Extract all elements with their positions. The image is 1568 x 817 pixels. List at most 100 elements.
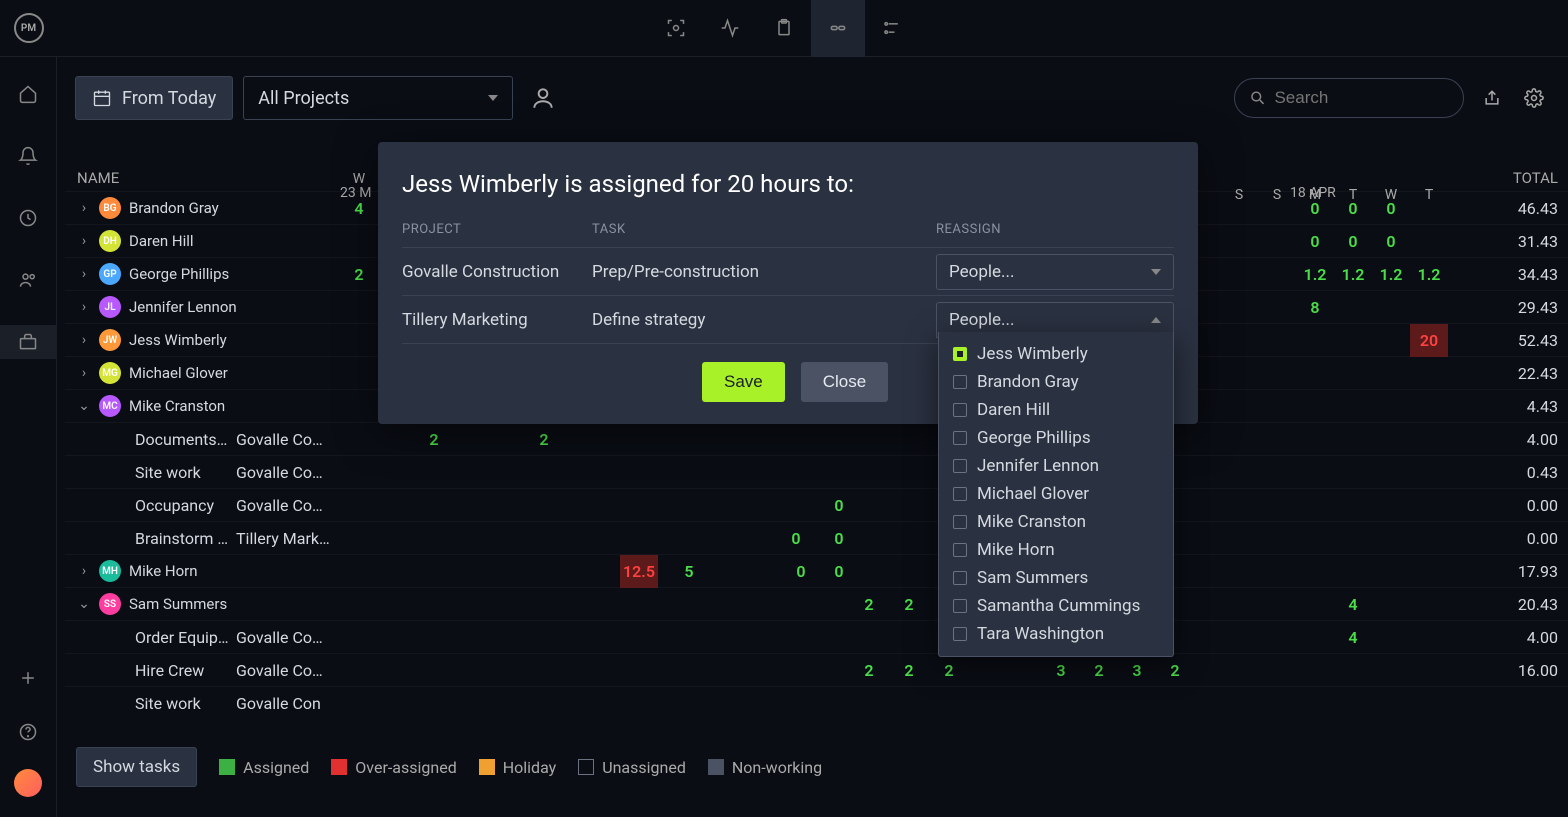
checkbox[interactable]	[953, 459, 967, 473]
workload-cell[interactable]: 8	[1296, 291, 1334, 324]
close-button[interactable]: Close	[801, 362, 888, 402]
workload-cell[interactable]: 0	[1334, 225, 1372, 258]
dropdown-item[interactable]: Samantha Cummings	[939, 592, 1173, 620]
chevron-right-icon[interactable]: ›	[77, 200, 91, 216]
people-dropdown[interactable]: Jess WimberlyBrandon GrayDaren HillGeorg…	[938, 332, 1174, 657]
task-row[interactable]: Hire Crew Govalle Con... 2223232 16.00	[65, 653, 1568, 686]
workload-cell[interactable]: 0	[1372, 192, 1410, 225]
dropdown-item[interactable]: Mike Horn	[939, 536, 1173, 564]
task-name: Brainstorm I...	[135, 529, 230, 548]
task-row[interactable]: Brainstorm I... Tillery Mark... 00 0.00	[65, 521, 1568, 554]
briefcase-icon[interactable]	[0, 325, 57, 359]
dropdown-item[interactable]: Sam Summers	[939, 564, 1173, 592]
dropdown-item[interactable]: Jess Wimberly	[939, 340, 1173, 368]
person-row[interactable]: ⌄ SS Sam Summers 2224 20.43	[65, 587, 1568, 620]
checkbox[interactable]	[953, 347, 967, 361]
workload-cell[interactable]: 0	[1334, 192, 1372, 225]
workload-cell[interactable]: 0	[820, 522, 858, 555]
person-row[interactable]: › MH Mike Horn 12.5500 17.93	[65, 554, 1568, 587]
dropdown-item[interactable]: Daren Hill	[939, 396, 1173, 424]
dropdown-item[interactable]: Tara Washington	[939, 620, 1173, 648]
workload-cell[interactable]: 4	[340, 192, 378, 225]
scan-icon[interactable]	[649, 0, 703, 57]
workload-cell[interactable]: 2	[890, 588, 928, 621]
chevron-right-icon[interactable]: ›	[77, 299, 91, 315]
app-logo[interactable]: PM	[0, 0, 57, 57]
task-row[interactable]: Order Equip... Govalle Con... 4 4.00	[65, 620, 1568, 653]
workload-cell[interactable]: 2	[1080, 654, 1118, 687]
task-row[interactable]: Site work Govalle Con	[65, 686, 1568, 717]
dropdown-item[interactable]: George Phillips	[939, 424, 1173, 452]
workload-cell[interactable]: 2	[890, 654, 928, 687]
workload-cell[interactable]: 0	[782, 555, 820, 588]
dropdown-item[interactable]: Michael Glover	[939, 480, 1173, 508]
people-select[interactable]: People...	[936, 254, 1174, 290]
link-icon[interactable]	[811, 0, 865, 57]
person-filter-icon[interactable]	[529, 84, 557, 112]
workload-cell[interactable]: 2	[1156, 654, 1194, 687]
plus-icon[interactable]	[0, 661, 57, 695]
people-icon[interactable]	[0, 263, 57, 297]
workload-cell[interactable]: 1.2	[1372, 258, 1410, 291]
workload-cell[interactable]: 20	[1410, 324, 1448, 357]
checkbox[interactable]	[953, 571, 967, 585]
gear-icon[interactable]	[1520, 84, 1548, 112]
workload-cell[interactable]: 5	[670, 555, 708, 588]
search-input[interactable]	[1234, 78, 1464, 118]
chevron-right-icon[interactable]: ›	[77, 266, 91, 282]
help-icon[interactable]	[0, 715, 57, 749]
show-tasks-button[interactable]: Show tasks	[76, 747, 197, 787]
workload-cell[interactable]: 1.2	[1410, 258, 1448, 291]
workload-cell[interactable]: 1.2	[1334, 258, 1372, 291]
workload-cell[interactable]: 2	[930, 654, 968, 687]
workload-cell[interactable]: 0	[777, 522, 815, 555]
workload-cell[interactable]: 2	[850, 588, 888, 621]
workload-cell[interactable]: 0	[1296, 192, 1334, 225]
save-button[interactable]: Save	[702, 362, 785, 402]
chevron-right-icon[interactable]: ›	[77, 332, 91, 348]
dropdown-item[interactable]: Mike Cranston	[939, 508, 1173, 536]
checkbox[interactable]	[953, 403, 967, 417]
task-row[interactable]: Documents ... Govalle Con... 22 4.00	[65, 422, 1568, 455]
chevron-right-icon[interactable]: ›	[77, 563, 91, 579]
export-icon[interactable]	[1478, 84, 1506, 112]
timeline-icon[interactable]	[865, 0, 919, 57]
workload-cell[interactable]: 3	[1042, 654, 1080, 687]
task-row[interactable]: Occupancy Govalle Con... 0 0.00	[65, 488, 1568, 521]
dropdown-item[interactable]: Jennifer Lennon	[939, 452, 1173, 480]
clipboard-icon[interactable]	[757, 0, 811, 57]
chevron-down-icon[interactable]: ⌄	[77, 398, 91, 414]
workload-cell[interactable]: 3	[1118, 654, 1156, 687]
task-row[interactable]: Site work Govalle Con... 0.43	[65, 455, 1568, 488]
from-today-button[interactable]: From Today	[75, 76, 233, 120]
workload-cell[interactable]: 12.5	[620, 555, 658, 588]
workload-cell[interactable]: 2	[850, 654, 888, 687]
workload-cell[interactable]: 4	[1334, 588, 1372, 621]
checkbox[interactable]	[953, 487, 967, 501]
chevron-right-icon[interactable]: ›	[77, 365, 91, 381]
workload-cell[interactable]: 2	[415, 423, 453, 456]
checkbox[interactable]	[953, 599, 967, 613]
checkbox[interactable]	[953, 627, 967, 641]
checkbox[interactable]	[953, 431, 967, 445]
chevron-down-icon[interactable]: ⌄	[77, 596, 91, 612]
workload-cell[interactable]: 2	[525, 423, 563, 456]
workload-cell[interactable]: 0	[1296, 225, 1334, 258]
checkbox[interactable]	[953, 543, 967, 557]
clock-icon[interactable]	[0, 201, 57, 235]
workload-cell[interactable]: 0	[1372, 225, 1410, 258]
home-icon[interactable]	[0, 77, 57, 111]
workload-cell[interactable]: 2	[340, 258, 378, 291]
workload-cell[interactable]: 1.2	[1296, 258, 1334, 291]
workload-cell[interactable]: 0	[820, 555, 858, 588]
dropdown-item[interactable]: Brandon Gray	[939, 368, 1173, 396]
activity-icon[interactable]	[703, 0, 757, 57]
bell-icon[interactable]	[0, 139, 57, 173]
workload-cell[interactable]: 4	[1334, 621, 1372, 654]
chevron-right-icon[interactable]: ›	[77, 233, 91, 249]
workload-cell[interactable]: 0	[820, 489, 858, 522]
checkbox[interactable]	[953, 515, 967, 529]
projects-filter-dropdown[interactable]: All Projects	[243, 76, 513, 120]
checkbox[interactable]	[953, 375, 967, 389]
user-avatar[interactable]	[14, 769, 42, 797]
